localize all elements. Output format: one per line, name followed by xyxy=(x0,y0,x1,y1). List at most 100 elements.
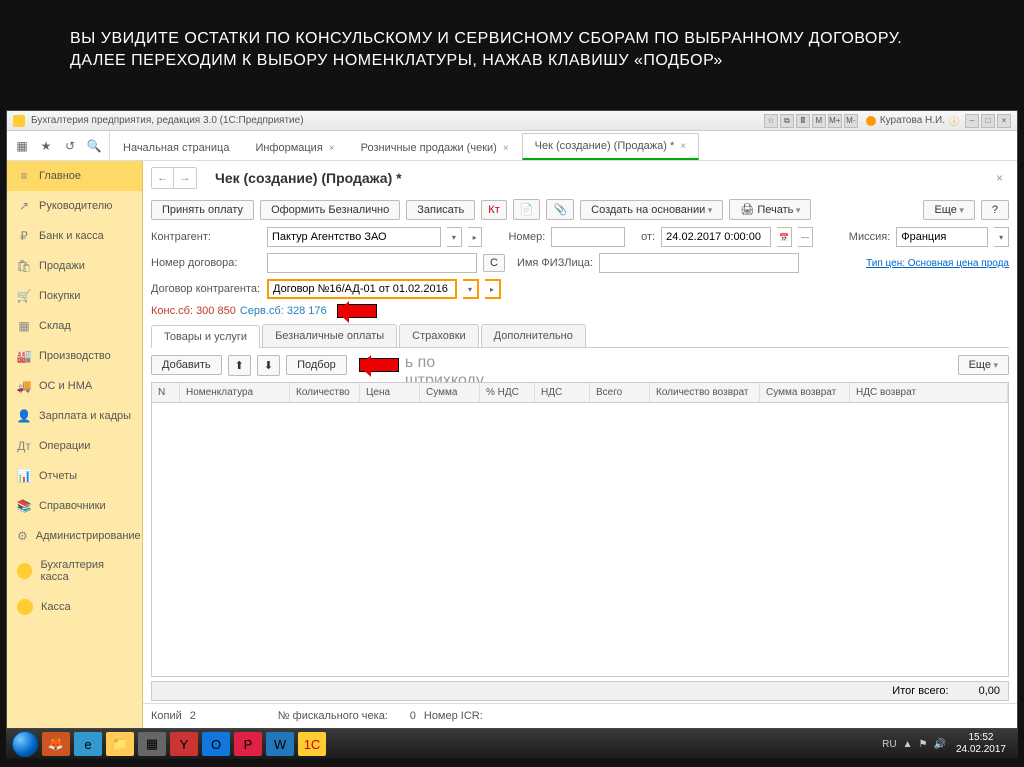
maximize-icon[interactable]: □ xyxy=(981,114,995,128)
accept-payment-button[interactable]: Принять оплату xyxy=(151,200,254,220)
help-button[interactable]: ? xyxy=(981,200,1009,220)
tab-close-icon[interactable]: × xyxy=(329,143,335,154)
tb-mini-icon[interactable]: 🖩 xyxy=(796,114,810,128)
user-badge[interactable]: Куратова Н.И. ⓘ xyxy=(866,113,959,128)
tb-word-icon[interactable]: W xyxy=(266,732,294,756)
barcode-field[interactable]: ь по штрихкоду xyxy=(405,354,495,376)
minimize-icon[interactable]: – xyxy=(965,114,979,128)
page-close-icon[interactable]: × xyxy=(990,171,1009,185)
tb-1c-icon[interactable]: 1C xyxy=(298,732,326,756)
main-area: ← → Чек (создание) (Продажа) * × Принять… xyxy=(143,161,1017,728)
lang-indicator[interactable]: RU xyxy=(882,739,896,750)
more-button[interactable]: Еще xyxy=(923,200,974,220)
nav-buttons: ← → xyxy=(151,167,197,189)
counterparty-field[interactable]: Пактур Агентство ЗАО xyxy=(267,227,441,247)
taskbar: 🦊 e 📁 ▦ Y O P W 1C RU ▲ ⚑ 🔊 15:52 24.02.… xyxy=(6,729,1018,759)
back-icon[interactable]: ← xyxy=(152,168,174,188)
doc-icon-button[interactable]: 📄 xyxy=(513,199,541,220)
sidebar-item-cash[interactable]: Касса xyxy=(7,591,142,623)
sidebar-item-bank[interactable]: ₽Банк и касса xyxy=(7,221,142,251)
save-button[interactable]: Записать xyxy=(406,200,475,220)
contract-field[interactable]: Договор №16/АД-01 от 01.02.2016 xyxy=(267,279,457,299)
sidebar-item-purchases[interactable]: 🛒Покупки xyxy=(7,281,142,311)
info-icon[interactable]: ⓘ xyxy=(949,113,959,128)
dropdown-icon[interactable]: ▾ xyxy=(994,227,1009,247)
dtk-icon-button[interactable]: Кт xyxy=(481,200,506,220)
tb-powerpoint-icon[interactable]: P xyxy=(234,732,262,756)
subtab-insurance[interactable]: Страховки xyxy=(399,324,479,347)
subtab-cashless[interactable]: Безналичные оплаты xyxy=(262,324,397,347)
tab-close-icon[interactable]: × xyxy=(680,141,686,152)
system-tray[interactable]: RU ▲ ⚑ 🔊 xyxy=(882,739,946,750)
calendar-icon[interactable]: 📅 xyxy=(777,227,792,247)
create-based-button[interactable]: Создать на основании xyxy=(580,200,723,220)
forward-icon[interactable]: → xyxy=(174,168,196,188)
search-icon[interactable]: 🔍 xyxy=(85,137,103,155)
tb-explorer-icon[interactable]: 📁 xyxy=(106,732,134,756)
contract-num-field[interactable] xyxy=(267,253,477,273)
tb-mini-icon[interactable]: M xyxy=(812,114,826,128)
dash-icon[interactable]: — xyxy=(798,227,813,247)
taskbar-clock[interactable]: 15:52 24.02.2017 xyxy=(950,732,1012,756)
apps-grid-icon[interactable]: ▦ xyxy=(13,137,31,155)
sidebar-item-payroll[interactable]: 👤Зарплата и кадры xyxy=(7,401,142,431)
number-field[interactable] xyxy=(551,227,625,247)
print-button[interactable]: 🖨 Печать xyxy=(729,199,811,220)
tray-sound-icon[interactable]: 🔊 xyxy=(933,739,945,750)
dropdown-icon[interactable]: ▾ xyxy=(447,227,462,247)
cashless-button[interactable]: Оформить Безналично xyxy=(260,200,400,220)
history-icon[interactable]: ↺ xyxy=(61,137,79,155)
sidebar-item-operations[interactable]: ДтОперации xyxy=(7,431,142,461)
sidebar-item-reports[interactable]: 📊Отчеты xyxy=(7,461,142,491)
price-type-link[interactable]: Тип цен: Основная цена прода xyxy=(866,258,1009,269)
tb-mini-icon[interactable]: ⧉ xyxy=(780,114,794,128)
date-label: от: xyxy=(641,231,655,243)
tab-close-icon[interactable]: × xyxy=(503,143,509,154)
sidebar-item-refs[interactable]: 📚Справочники xyxy=(7,491,142,521)
tb-mini-icon[interactable]: M- xyxy=(844,114,858,128)
sidebar-item-production[interactable]: 🏭Производство xyxy=(7,341,142,371)
sidebar-item-manager[interactable]: ↗Руководителю xyxy=(7,191,142,221)
c-button[interactable]: С xyxy=(483,254,505,272)
open-ref-icon[interactable]: ▸ xyxy=(485,279,501,299)
tb-app-icon[interactable]: ▦ xyxy=(138,732,166,756)
copies-field[interactable]: 2 xyxy=(190,710,270,722)
open-ref-icon[interactable]: ▸ xyxy=(468,227,483,247)
move-down-button[interactable]: ⬇ xyxy=(257,355,280,376)
start-button-icon[interactable] xyxy=(12,731,38,757)
app-logo-icon xyxy=(13,115,25,127)
subtab-goods[interactable]: Товары и услуги xyxy=(151,325,260,348)
tab-home[interactable]: Начальная страница xyxy=(110,135,242,160)
sidebar-item-assets[interactable]: 🚚ОС и НМА xyxy=(7,371,142,401)
tab-info[interactable]: Информация× xyxy=(242,135,347,160)
tb-mini-icon[interactable]: M+ xyxy=(828,114,842,128)
tb-ie-icon[interactable]: e xyxy=(74,732,102,756)
fio-field[interactable] xyxy=(599,253,799,273)
sidebar-item-warehouse[interactable]: ▦Склад xyxy=(7,311,142,341)
sidebar-item-admin[interactable]: ⚙Администрирование xyxy=(7,521,142,551)
tab-retail[interactable]: Розничные продажи (чеки)× xyxy=(348,135,522,160)
subtab-extra[interactable]: Дополнительно xyxy=(481,324,586,347)
sidebar-item-main[interactable]: ≡Главное xyxy=(7,161,142,191)
tb-outlook-icon[interactable]: O xyxy=(202,732,230,756)
selection-button[interactable]: Подбор xyxy=(286,355,347,375)
attach-icon-button[interactable]: 📎 xyxy=(546,199,574,220)
add-row-button[interactable]: Добавить xyxy=(151,355,222,375)
move-up-button[interactable]: ⬆ xyxy=(228,355,251,376)
main-tabs: Начальная страница Информация× Розничные… xyxy=(110,131,699,160)
tb-app-icon[interactable]: Y xyxy=(170,732,198,756)
date-field[interactable]: 24.02.2017 0:00:00 xyxy=(661,227,771,247)
items-table[interactable]: N Номенклатура Количество Цена Сумма % Н… xyxy=(151,382,1009,677)
tab-check[interactable]: Чек (создание) (Продажа) *× xyxy=(522,133,699,160)
mission-field[interactable]: Франция xyxy=(896,227,988,247)
tb-firefox-icon[interactable]: 🦊 xyxy=(42,732,70,756)
tb-mini-icon[interactable]: ☆ xyxy=(764,114,778,128)
sidebar-item-sales[interactable]: 🛍Продажи xyxy=(7,251,142,281)
sidebar-item-acc-cash[interactable]: Бухгалтерия касса xyxy=(7,551,142,591)
tray-flag-icon[interactable]: ▲ xyxy=(903,739,913,750)
dropdown-icon[interactable]: ▾ xyxy=(463,279,479,299)
close-icon[interactable]: × xyxy=(997,114,1011,128)
star-icon[interactable]: ★ xyxy=(37,137,55,155)
tray-net-icon[interactable]: ⚑ xyxy=(919,739,928,750)
more-rows-button[interactable]: Еще xyxy=(958,355,1009,375)
